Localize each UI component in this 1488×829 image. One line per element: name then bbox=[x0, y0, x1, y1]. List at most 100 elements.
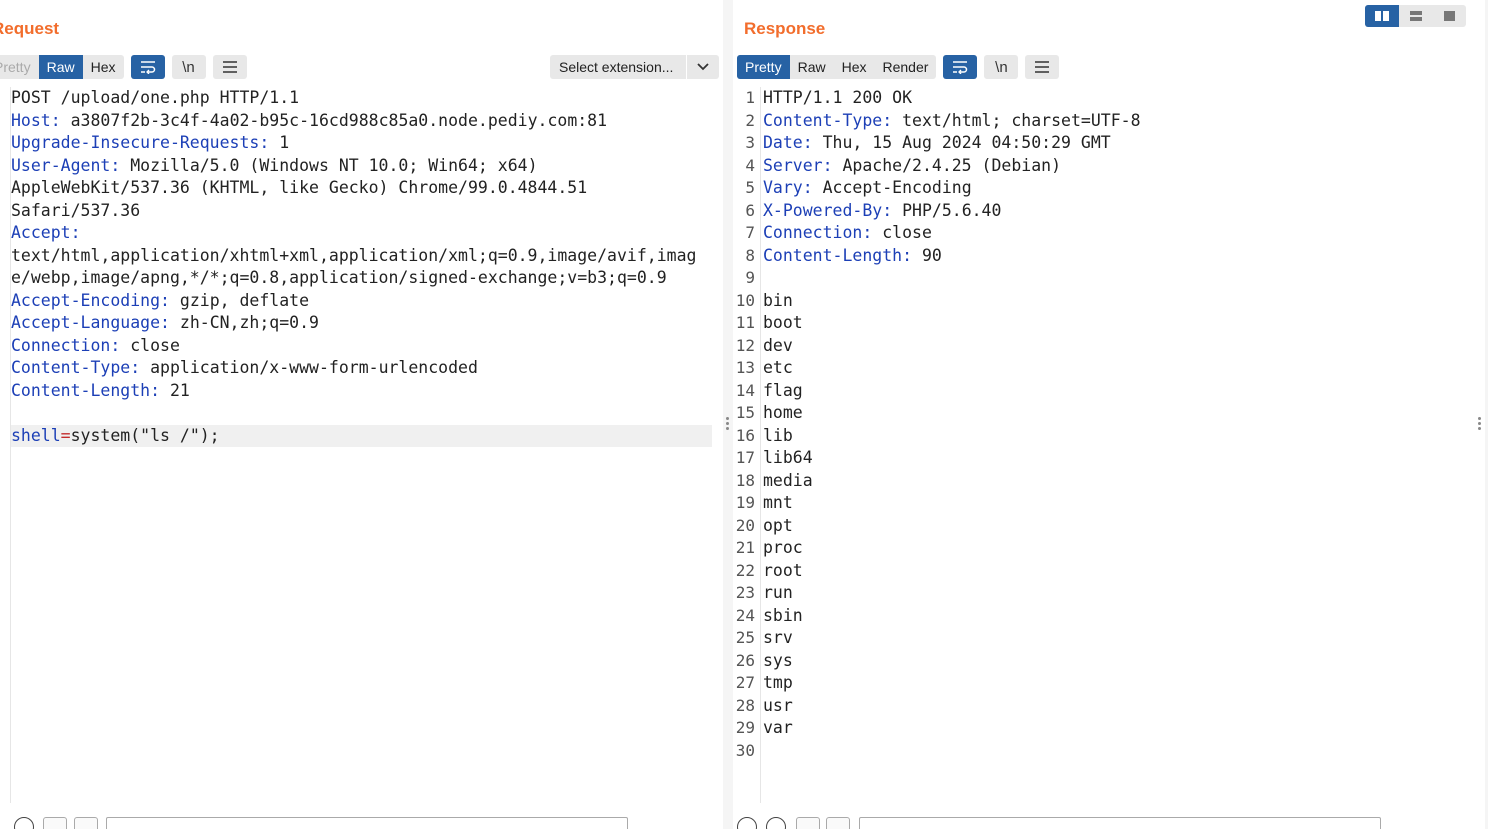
line-number: 17 bbox=[735, 448, 755, 467]
next-match-button[interactable] bbox=[826, 817, 850, 829]
prev-match-button[interactable] bbox=[796, 817, 820, 829]
header-value: application/x-www-form-urlencoded bbox=[140, 358, 478, 377]
line-number: 29 bbox=[735, 718, 755, 737]
line-text: text/html,application/xhtml+xml,applicat… bbox=[11, 245, 697, 265]
param-equals: = bbox=[60, 425, 71, 445]
newline-toggle-icon[interactable]: \n bbox=[171, 55, 206, 79]
header-name: X-Powered-By bbox=[763, 200, 883, 220]
select-extension-dropdown[interactable]: Select extension... bbox=[550, 55, 719, 79]
wrap-lines-icon[interactable] bbox=[130, 55, 165, 79]
line-text: media bbox=[763, 470, 813, 490]
single-pane-icon[interactable] bbox=[1432, 5, 1466, 27]
response-line-content: lib64 bbox=[763, 447, 1466, 470]
request-line: Content-Type: application/x-www-form-url… bbox=[0, 357, 723, 380]
split-horizontal-icon[interactable] bbox=[1365, 5, 1399, 27]
request-line: e/webp,image/apng,*/*;q=0.8,application/… bbox=[0, 267, 723, 290]
line-number: 22 bbox=[735, 560, 755, 580]
panel-divider[interactable] bbox=[723, 0, 733, 829]
line-number: 6 bbox=[745, 200, 755, 220]
response-line: 8 Content-Length: 90 bbox=[733, 245, 1485, 268]
header-colon: : bbox=[882, 110, 893, 130]
line-number: 23 bbox=[735, 583, 755, 602]
request-search-bar bbox=[0, 803, 723, 829]
tab-hex[interactable]: Hex bbox=[83, 55, 124, 79]
header-colon: : bbox=[259, 133, 270, 152]
header-name: Host bbox=[11, 110, 51, 130]
response-line-content: dev bbox=[763, 335, 1466, 358]
line-number: 30 bbox=[735, 740, 755, 760]
wrap-lines-icon[interactable] bbox=[943, 55, 978, 79]
tab-raw[interactable]: Raw bbox=[38, 55, 83, 79]
line-text: mnt bbox=[763, 493, 793, 512]
line-number: 25 bbox=[735, 628, 755, 647]
split-vertical-icon[interactable] bbox=[1399, 5, 1433, 27]
response-editor[interactable]: 1 HTTP/1.1 200 OK 2 Content-Type: text/html… bbox=[733, 87, 1485, 803]
tab-raw[interactable]: Raw bbox=[790, 55, 834, 79]
request-line: Content-Length: 21 bbox=[0, 380, 723, 403]
hamburger-menu-icon[interactable] bbox=[212, 55, 247, 79]
response-line: 24 sbin bbox=[733, 605, 1485, 628]
settings-gear-icon[interactable] bbox=[14, 817, 34, 829]
response-line-content: Date: Thu, 15 Aug 2024 04:50:29 GMT bbox=[763, 132, 1466, 155]
help-circle-icon[interactable] bbox=[737, 817, 757, 829]
tab-pretty[interactable]: Pretty bbox=[737, 55, 790, 79]
hamburger-menu-icon[interactable] bbox=[1025, 55, 1060, 79]
header-colon: : bbox=[110, 155, 121, 175]
header-colon: : bbox=[50, 110, 61, 130]
line-text: POST /upload/one.php HTTP/1.1 bbox=[11, 88, 300, 107]
line-text: usr bbox=[763, 695, 793, 715]
response-line: 19 mnt bbox=[733, 492, 1485, 515]
line-number: 13 bbox=[735, 358, 755, 377]
response-title: Response bbox=[744, 19, 826, 38]
response-search-input[interactable] bbox=[859, 817, 1381, 829]
request-line: Host: a3807f2b-3c4f-4a02-b95c-16cd988c85… bbox=[0, 110, 723, 133]
param-value: system("ls /"); bbox=[70, 425, 220, 445]
header-colon: : bbox=[882, 200, 893, 220]
prev-match-button[interactable] bbox=[43, 817, 67, 829]
line-number: 8 bbox=[745, 245, 755, 265]
line-text: srv bbox=[763, 628, 793, 647]
response-line-content bbox=[763, 740, 1466, 763]
tab-pretty[interactable]: Pretty bbox=[0, 55, 39, 79]
header-name: User-Agent bbox=[11, 155, 111, 175]
line-number: 16 bbox=[735, 425, 755, 445]
request-line: Accept: bbox=[0, 222, 723, 245]
response-line-content: flag bbox=[763, 380, 1466, 403]
response-line: 12 dev bbox=[733, 335, 1485, 358]
header-colon: : bbox=[150, 380, 161, 400]
line-text: Safari/537.36 bbox=[11, 200, 141, 220]
response-line-content: sys bbox=[763, 650, 1466, 673]
settings-gear-icon[interactable] bbox=[766, 817, 786, 829]
layout-toggle bbox=[1365, 5, 1466, 27]
tab-hex[interactable]: Hex bbox=[834, 55, 875, 79]
tab-render[interactable]: Render bbox=[875, 55, 937, 79]
line-number: 1 bbox=[745, 88, 755, 107]
request-search-input[interactable] bbox=[106, 817, 628, 829]
response-line: 20 opt bbox=[733, 515, 1485, 538]
header-value: 1 bbox=[269, 133, 290, 152]
line-text: flag bbox=[763, 380, 803, 400]
newline-toggle-icon[interactable]: \n bbox=[984, 55, 1019, 79]
request-editor[interactable]: POST /upload/one.php HTTP/1.1 Host: a3807… bbox=[0, 87, 723, 803]
line-number: 28 bbox=[735, 695, 755, 715]
next-match-button[interactable] bbox=[74, 817, 98, 829]
response-line: 14 flag bbox=[733, 380, 1485, 403]
line-number: 3 bbox=[745, 133, 755, 152]
header-colon: : bbox=[802, 178, 813, 197]
request-line: POST /upload/one.php HTTP/1.1 bbox=[0, 87, 723, 110]
line-number: 7 bbox=[745, 223, 755, 242]
header-colon: : bbox=[130, 358, 141, 377]
response-line-content: sbin bbox=[763, 605, 1466, 628]
response-line-content: opt bbox=[763, 515, 1466, 538]
response-line: 2 Content-Type: text/html; charset=UTF-8 bbox=[733, 110, 1485, 133]
header-colon: : bbox=[160, 290, 170, 310]
response-line-content: media bbox=[763, 470, 1466, 493]
line-number: 15 bbox=[735, 403, 755, 422]
header-value: gzip, deflate bbox=[169, 290, 310, 310]
header-name: Content-Length bbox=[11, 380, 151, 400]
header-value: close bbox=[872, 223, 932, 242]
header-value: a3807f2b-3c4f-4a02-b95c-16cd988c85a0.nod… bbox=[60, 110, 608, 130]
response-line-content: boot bbox=[763, 312, 1466, 335]
response-line: 6 X-Powered-By: PHP/5.6.40 bbox=[733, 200, 1485, 223]
response-line: 25 srv bbox=[733, 627, 1485, 650]
